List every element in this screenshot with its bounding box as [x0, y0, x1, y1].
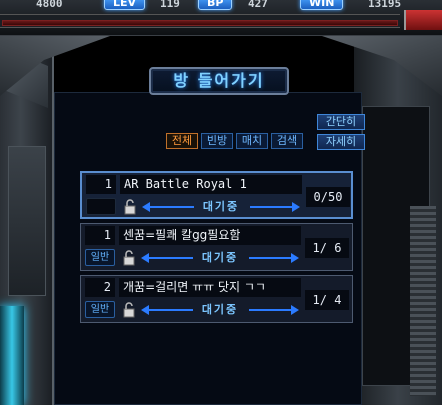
room-name: AR Battle Royal 1: [120, 175, 302, 194]
room-card[interactable]: 1 센꿈=필쾌 칼gg필요함 일반 대기중 1/ 6: [80, 223, 353, 271]
level-value: 119: [160, 0, 180, 10]
filter-search-tab[interactable]: 검색: [271, 133, 303, 149]
room-status: 대기중: [142, 199, 300, 215]
win-tag: WIN: [300, 0, 344, 10]
right-frame: [354, 36, 442, 405]
top-hud: 4800 LEV 119 BP 427 WIN 13195: [0, 0, 442, 36]
room-mode: 일반: [85, 249, 115, 266]
view-simple-button[interactable]: 간단히: [317, 114, 365, 130]
lock-icon: [123, 250, 135, 266]
room-mode: [86, 198, 116, 215]
bp-value: 427: [248, 0, 268, 10]
room-name: 개꿈=걸리면 ㅠㅠ 닷지 ㄱㄱ: [119, 278, 301, 297]
window-title: 방 들어가기: [149, 67, 289, 95]
view-detail-button[interactable]: 자세히: [317, 134, 365, 150]
filter-match-tab[interactable]: 매치: [236, 133, 268, 149]
room-number: 2: [85, 278, 115, 297]
room-number: 1: [85, 226, 115, 245]
left-frame: [0, 36, 54, 405]
gold-value: 4800: [36, 0, 63, 10]
close-icon[interactable]: [404, 10, 442, 30]
room-status: 대기중: [141, 250, 299, 266]
filter-all-tab[interactable]: 전체: [166, 133, 198, 149]
lock-icon: [123, 302, 135, 318]
player-count: 0/50: [306, 187, 350, 207]
level-tag: LEV: [104, 0, 146, 10]
player-count: 1/ 4: [305, 290, 349, 310]
room-status-label: 대기중: [202, 200, 240, 213]
room-status: 대기중: [141, 302, 299, 318]
experience-bar: [0, 14, 400, 28]
room-card[interactable]: 1 AR Battle Royal 1 대기중 0/50: [80, 171, 353, 219]
room-status-label: 대기중: [201, 251, 239, 264]
room-name: 센꿈=필쾌 칼gg필요함: [119, 226, 301, 245]
room-mode: 일반: [85, 301, 115, 318]
bp-tag: BP: [198, 0, 233, 10]
lock-icon: [124, 199, 136, 215]
filter-empty-tab[interactable]: 빈방: [201, 133, 233, 149]
player-count: 1/ 6: [305, 238, 349, 258]
win-value: 13195: [368, 0, 402, 10]
room-number: 1: [86, 175, 116, 194]
room-status-label: 대기중: [201, 303, 239, 316]
room-card[interactable]: 2 개꿈=걸리면 ㅠㅠ 닷지 ㄱㄱ 일반 대기중 1/ 4: [80, 275, 353, 323]
